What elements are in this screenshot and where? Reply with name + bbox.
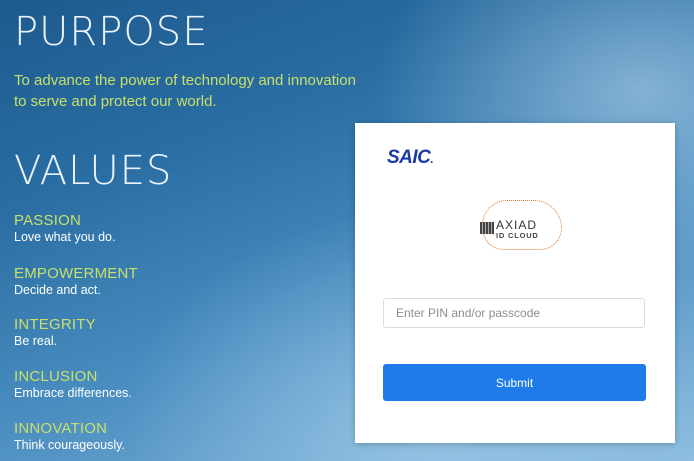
value-integrity: INTEGRITY Be real. [14,316,96,349]
purpose-statement: To advance the power of technology and i… [14,72,356,110]
value-name: INTEGRITY [14,316,96,333]
value-inclusion: INCLUSION Embrace differences. [14,368,132,401]
axiad-logo-sub: ID CLOUD [496,231,539,240]
value-passion: PASSION Love what you do. [14,212,115,245]
login-card: SAIC. AXIAD ID CLOUD Submit [355,123,675,443]
value-description: Decide and act. [14,283,101,297]
value-description: Embrace differences. [14,386,132,400]
saic-logo: SAIC. [387,147,434,169]
submit-button[interactable]: Submit [383,364,646,401]
purpose-heading: PURPOSE [14,9,209,55]
pin-passcode-input[interactable] [383,298,645,328]
values-heading: VALUES [14,148,173,194]
axiad-grid-icon [480,222,494,234]
value-description: Love what you do. [14,230,116,244]
value-description: Be real. [14,334,58,348]
saic-logo-text: SAIC [387,147,431,168]
value-innovation: INNOVATION Think courageously. [14,420,125,453]
value-name: EMPOWERMENT [14,265,138,282]
value-name: INCLUSION [14,368,98,385]
value-description: Think courageously. [14,438,125,452]
value-empowerment: EMPOWERMENT Decide and act. [14,265,138,298]
axiad-logo-word: AXIAD [496,218,538,232]
value-name: INNOVATION [14,420,108,437]
value-name: PASSION [14,212,81,229]
saic-logo-dot: . [430,152,434,166]
axiad-id-cloud-logo: AXIAD ID CLOUD [472,200,568,256]
